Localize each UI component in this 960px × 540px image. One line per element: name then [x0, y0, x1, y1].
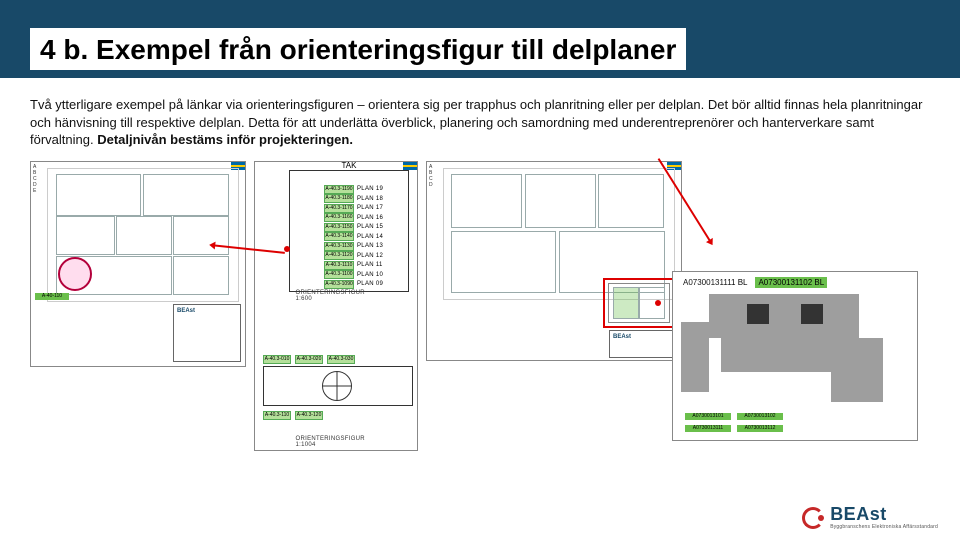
link-tag[interactable]: A-40-110: [35, 293, 69, 300]
delplan-id-left: A07300131111 BL A07300131102 BL: [683, 278, 827, 287]
link-tag[interactable]: A0730013111: [685, 425, 731, 432]
plan-link-row[interactable]: A-40.3-1140PLAN 14: [324, 232, 394, 242]
link-tag[interactable]: A0730013112: [737, 425, 783, 432]
mini-plan: [263, 366, 413, 406]
panel-delplan-detail: A07300131111 BL A07300131102 BL A0730013…: [672, 271, 918, 441]
plan-link-row[interactable]: A-40.3-1170PLAN 17: [324, 204, 394, 214]
keyplan-highlight: [603, 278, 675, 328]
section-outline: TAK A-40.3-1190PLAN 19A-40.3-1180PLAN 18…: [289, 170, 409, 292]
plan-link-row[interactable]: A-40.3-1090PLAN 09: [324, 280, 394, 290]
plan-link-list: A-40.3-1190PLAN 19A-40.3-1180PLAN 18A-40…: [324, 185, 394, 290]
panel-floorplan-full: ABCDE A-40-110 BEAst: [30, 161, 246, 367]
slide-header: 4 b. Exempel från orienteringsfigur till…: [0, 0, 960, 78]
titleblock-logo: BEAst: [613, 334, 631, 340]
footer-tagline: Byggbranschens Elektroniska Affärsstanda…: [830, 524, 938, 530]
delplan-id-highlight[interactable]: A07300131102 BL: [755, 277, 827, 288]
link-tag[interactable]: A-40.3-020: [295, 355, 323, 364]
orientation-caption-2: ORIENTERINGSFIGUR 1:1004: [296, 436, 377, 448]
title-block: BEAst: [609, 330, 677, 358]
plan-link-row[interactable]: A-40.3-1160PLAN 16: [324, 213, 394, 223]
floorplan-drawing: [47, 168, 239, 302]
flag-icon: [403, 162, 417, 170]
roof-label: TAK: [342, 161, 357, 170]
beast-logo-icon: [802, 507, 824, 529]
plan-link-row[interactable]: A-40.3-1110PLAN 11: [324, 261, 394, 271]
link-tag[interactable]: A-40.3-010: [263, 355, 291, 364]
plan-link-row[interactable]: A-40.3-1150PLAN 15: [324, 223, 394, 233]
footer-logo: BEAst Byggbranschens Elektroniska Affärs…: [802, 505, 938, 530]
title-block: BEAst: [173, 304, 241, 362]
revision-column: ABCDE: [33, 164, 45, 194]
plan-tag-row: A-40.3-010 A-40.3-020 A-40.3-030: [263, 355, 355, 364]
link-tag[interactable]: A-40.3-110: [263, 411, 291, 420]
plan-link-row[interactable]: A-40.3-1100PLAN 10: [324, 270, 394, 280]
panel-floorplan-linked: ABCD BEAst: [426, 161, 682, 361]
slide-body: Två ytterligare exempel på länkar via or…: [0, 78, 960, 451]
plan-link-row[interactable]: A-40.3-1120PLAN 12: [324, 251, 394, 261]
link-tag[interactable]: A-40.3-030: [327, 355, 355, 364]
titleblock-logo: BEAst: [177, 308, 195, 314]
figure-row: ABCDE A-40-110 BEAst TAK A-40.3-1190PLAN: [30, 161, 930, 451]
link-tag[interactable]: A0730013101: [685, 413, 731, 420]
description-bold: Detaljnivån bestäms inför projekteringen…: [97, 132, 353, 147]
plan-link-row[interactable]: A-40.3-1190PLAN 19: [324, 185, 394, 195]
orientation-caption: ORIENTERINGSFIGUR 1:600: [296, 290, 377, 302]
delplan-drawing: A0730013101 A0730013102 A0730013111 A073…: [681, 294, 909, 432]
plan-link-row[interactable]: A-40.3-1130PLAN 13: [324, 242, 394, 252]
compass-icon: [322, 371, 352, 401]
arrow-origin-dot: [284, 246, 290, 252]
detail-marker-icon: [58, 257, 92, 291]
link-tag[interactable]: A-40.3-120: [295, 411, 323, 420]
footer-brand: BEAst: [830, 505, 938, 523]
arrow-origin-dot: [655, 300, 661, 306]
plan-link-row[interactable]: A-40.3-1180PLAN 18: [324, 194, 394, 204]
plan-tag-row-2: A-40.3-110 A-40.3-120: [263, 411, 323, 420]
slide-title: 4 b. Exempel från orienteringsfigur till…: [30, 28, 686, 70]
revision-column: ABCD: [429, 164, 441, 188]
panel-orientation-section: TAK A-40.3-1190PLAN 19A-40.3-1180PLAN 18…: [254, 161, 418, 451]
description-text: Två ytterligare exempel på länkar via or…: [30, 96, 930, 149]
link-tag[interactable]: A0730013102: [737, 413, 783, 420]
